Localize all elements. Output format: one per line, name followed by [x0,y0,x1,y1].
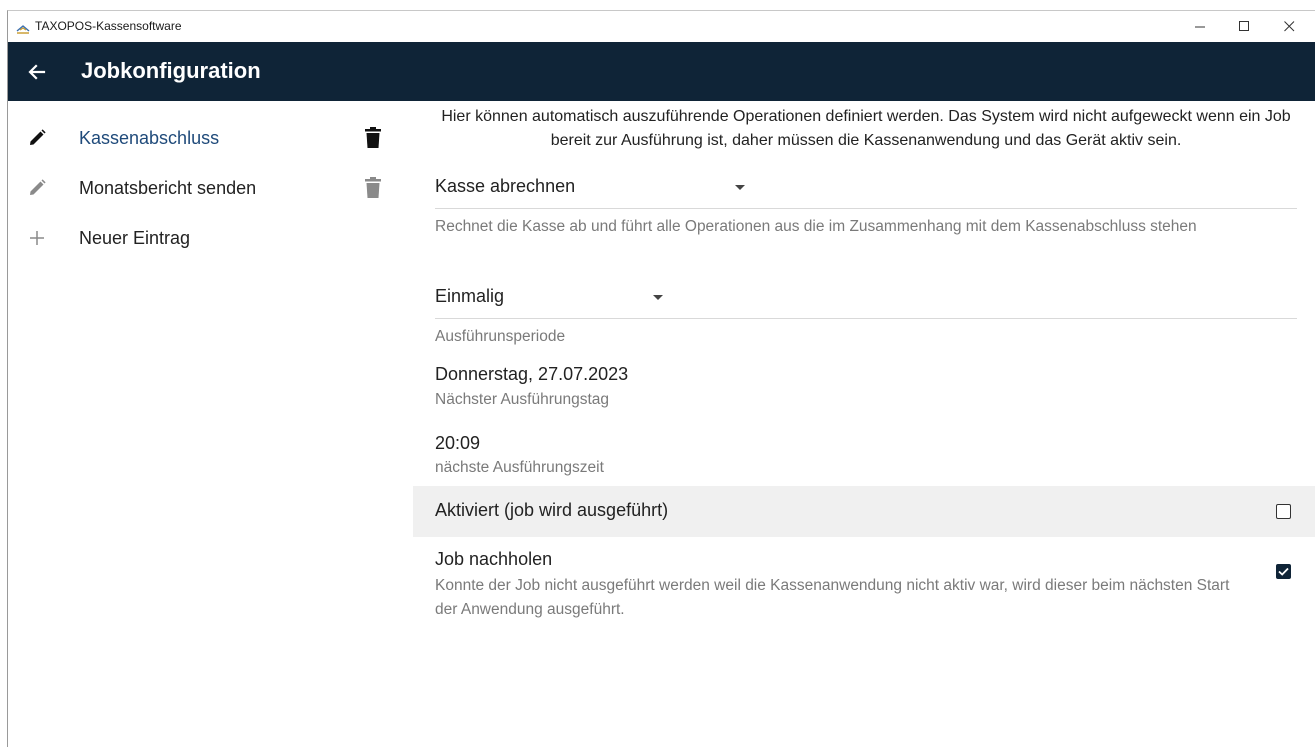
activated-row[interactable]: Aktiviert (job wird ausgeführt) [413,486,1315,537]
chevron-down-icon [735,185,745,190]
app-bar: Jobkonfiguration [8,42,1315,101]
minimize-icon [1194,21,1206,32]
sidebar-item-label: Monatsbericht senden [79,178,257,198]
job-list-sidebar: Kassenabschluss Monatsbericht senden Neu… [8,101,413,747]
next-day-caption: Nächster Ausführungstag [435,391,610,408]
intro-text: Hier können automatisch auszuführende Op… [441,108,1291,149]
catch-up-checkbox[interactable] [1276,564,1291,579]
arrow-left-icon[interactable] [26,61,48,83]
page-title: Jobkonfiguration [81,58,261,83]
plus-icon [27,228,47,248]
operation-select-value: Kasse abrechnen [435,176,576,196]
period-select-value: Einmalig [435,286,505,306]
trash-icon[interactable] [363,177,383,199]
app-window: TAXOPOS-Kassensoftware Jobkonfiguration [7,10,1315,747]
sidebar-item-new-entry[interactable]: Neuer Eintrag [8,214,413,264]
window-title: TAXOPOS-Kassensoftware [35,19,182,33]
trash-icon[interactable] [363,127,383,149]
activated-label: Aktiviert (job wird ausgeführt) [435,500,669,520]
pencil-icon[interactable] [27,178,47,198]
period-caption: Ausführunsperiode [435,328,566,345]
maximize-icon [1238,21,1250,32]
next-time-caption: nächste Ausführungszeit [435,459,604,476]
next-day-value[interactable]: Donnerstag, 27.07.2023 [435,364,628,385]
catch-up-description: Konnte der Job nicht ausgeführt werden w… [435,577,1230,618]
activated-checkbox[interactable] [1276,504,1291,519]
checkmark-icon [1276,564,1291,579]
sidebar-item-monatsbericht[interactable]: Monatsbericht senden [8,164,413,214]
title-bar: TAXOPOS-Kassensoftware [8,11,1315,42]
taxopos-logo-icon [16,21,30,34]
catch-up-label: Job nachholen [435,549,553,569]
operation-description: Rechnet die Kasse ab und führt alle Oper… [435,218,1197,235]
maximize-button[interactable] [1221,11,1267,42]
pencil-icon[interactable] [27,128,47,148]
minimize-button[interactable] [1177,11,1223,42]
chevron-down-icon [653,295,663,300]
sidebar-item-label: Kassenabschluss [79,128,220,148]
close-icon [1283,21,1295,32]
sidebar-item-label: Neuer Eintrag [79,228,191,248]
operation-select[interactable]: Kasse abrechnen [435,168,1297,209]
period-select[interactable]: Einmalig [435,278,1297,319]
close-button[interactable] [1266,11,1312,42]
job-detail-panel: Hier können automatisch auszuführende Op… [413,101,1315,747]
sidebar-item-kassenabschluss[interactable]: Kassenabschluss [8,114,413,164]
next-time-value[interactable]: 20:09 [435,433,480,454]
